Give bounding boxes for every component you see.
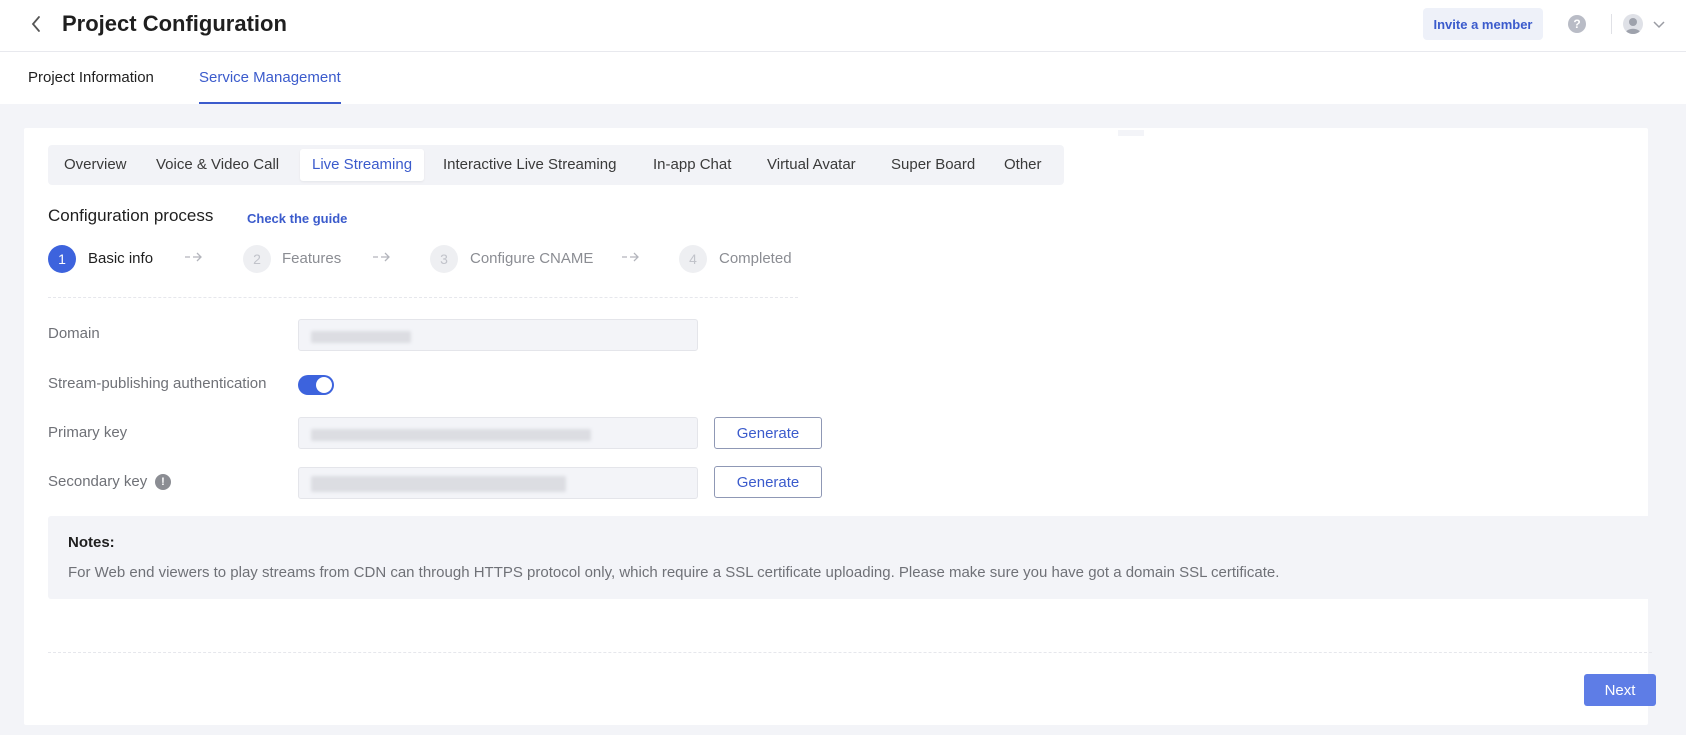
- app-header: Project Configuration Invite a member ?: [0, 0, 1686, 52]
- next-button[interactable]: Next: [1584, 674, 1656, 706]
- invite-member-button[interactable]: Invite a member: [1423, 8, 1543, 40]
- tab-voice-video-call[interactable]: Voice & Video Call: [144, 149, 291, 181]
- redacted-value: [311, 476, 566, 492]
- footer-divider: [48, 652, 1652, 653]
- step-4-badge: 4: [679, 245, 707, 273]
- steps-divider: [48, 297, 798, 298]
- arrow-right-icon: [622, 252, 639, 262]
- service-tab-bar: Overview Voice & Video Call Live Streami…: [48, 145, 1064, 185]
- arrow-right-icon: [373, 252, 390, 262]
- notes-title: Notes:: [68, 534, 115, 551]
- redacted-value: [311, 331, 411, 343]
- card-notch: [1118, 130, 1144, 136]
- primary-key-label: Primary key: [48, 424, 128, 441]
- redacted-value: [311, 429, 591, 441]
- generate-secondary-key-button[interactable]: Generate: [714, 466, 822, 498]
- step-2-label: Features: [282, 250, 342, 267]
- info-icon[interactable]: !: [155, 474, 171, 490]
- notes-body: For Web end viewers to play streams from…: [68, 564, 1280, 581]
- tab-overview[interactable]: Overview: [52, 149, 139, 181]
- domain-label: Domain: [48, 325, 100, 342]
- step-2-badge: 2: [243, 245, 271, 273]
- domain-input[interactable]: [298, 319, 698, 351]
- auth-label: Stream-publishing authentication: [48, 375, 267, 392]
- page-title: Project Configuration: [62, 11, 287, 36]
- chevron-down-icon[interactable]: [1652, 18, 1666, 30]
- secondary-key-input[interactable]: [298, 467, 698, 499]
- top-tab-bar: Project Information Service Management: [0, 52, 1686, 104]
- secondary-key-label: Secondary key: [48, 473, 148, 490]
- step-3-label: Configure CNAME: [470, 250, 594, 267]
- tab-virtual-avatar[interactable]: Virtual Avatar: [755, 149, 868, 181]
- check-guide-link[interactable]: Check the guide: [247, 211, 347, 226]
- toggle-knob: [316, 377, 332, 393]
- tab-other[interactable]: Other: [992, 149, 1054, 181]
- tab-service-management[interactable]: Service Management: [199, 69, 341, 104]
- tab-project-information[interactable]: Project Information: [28, 69, 154, 104]
- notes-box: Notes: For Web end viewers to play strea…: [48, 516, 1652, 599]
- tab-interactive-live-streaming[interactable]: Interactive Live Streaming: [431, 149, 628, 181]
- generate-primary-key-button[interactable]: Generate: [714, 417, 822, 449]
- section-title: Configuration process: [48, 206, 214, 225]
- step-1-badge: 1: [48, 245, 76, 273]
- header-divider: [1611, 14, 1612, 34]
- tab-in-app-chat[interactable]: In-app Chat: [641, 149, 743, 181]
- chevron-left-icon[interactable]: [26, 14, 46, 34]
- user-avatar-icon[interactable]: [1623, 14, 1643, 34]
- arrow-right-icon: [185, 252, 202, 262]
- tab-live-streaming[interactable]: Live Streaming: [300, 149, 425, 181]
- help-icon[interactable]: ?: [1568, 15, 1586, 33]
- step-1-label: Basic info: [88, 250, 154, 267]
- tab-super-board[interactable]: Super Board: [879, 149, 987, 181]
- step-3-badge: 3: [430, 245, 458, 273]
- step-4-label: Completed: [719, 250, 792, 267]
- auth-toggle[interactable]: [298, 375, 334, 395]
- primary-key-input[interactable]: [298, 417, 698, 449]
